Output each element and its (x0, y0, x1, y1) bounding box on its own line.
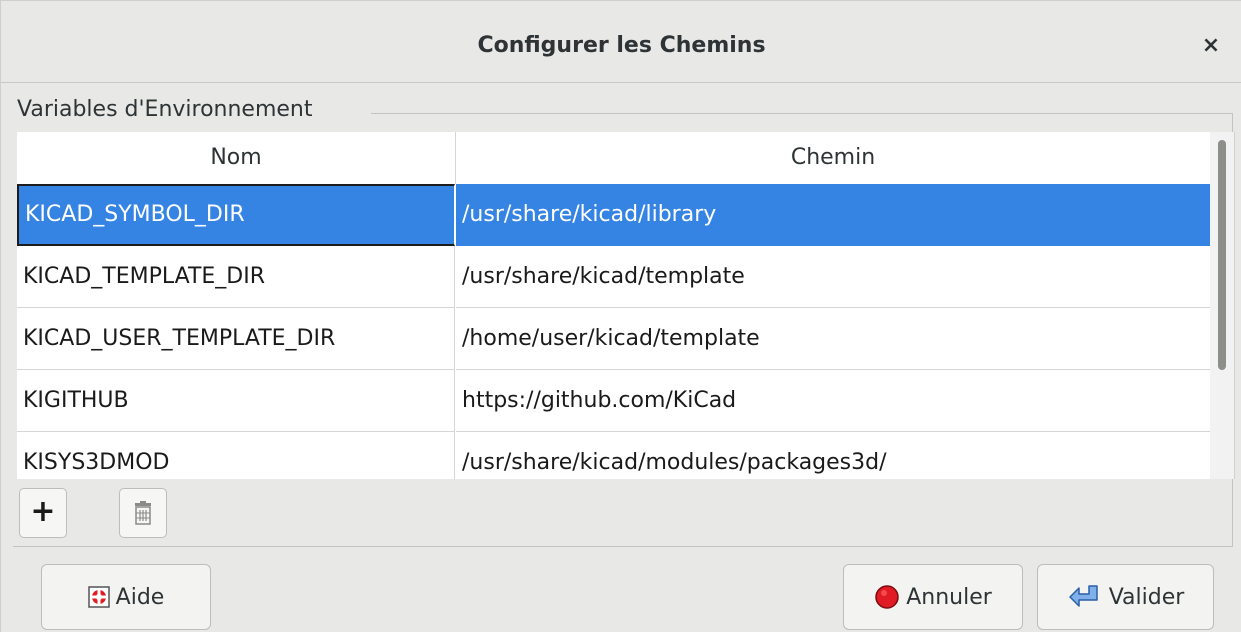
cancel-stop-icon (875, 585, 899, 609)
cell-path[interactable]: /usr/share/kicad/modules/packages3d/ (456, 432, 1210, 479)
vertical-scrollbar[interactable] (1210, 132, 1234, 479)
cell-path[interactable]: /usr/share/kicad/template (456, 246, 1210, 308)
help-lifebuoy-icon (87, 586, 110, 608)
group-border-bottom (13, 546, 1233, 547)
cell-path[interactable]: https://github.com/KiCad (456, 370, 1210, 432)
add-variable-button[interactable]: + (19, 488, 67, 538)
table-row[interactable]: KISYS3DMOD /usr/share/kicad/modules/pack… (17, 432, 1210, 479)
scrollbar-thumb[interactable] (1218, 140, 1226, 370)
table-row[interactable]: KICAD_USER_TEMPLATE_DIR /home/user/kicad… (17, 308, 1210, 370)
delete-variable-button[interactable] (119, 488, 167, 538)
cell-name[interactable]: KICAD_TEMPLATE_DIR (17, 246, 455, 308)
cell-path[interactable]: /home/user/kicad/template (456, 308, 1210, 370)
column-header-name[interactable]: Nom (17, 132, 456, 184)
env-vars-grid[interactable]: Nom Chemin KICAD_SYMBOL_DIR /usr/share/k… (17, 132, 1235, 479)
ok-button[interactable]: Valider (1037, 564, 1214, 630)
trash-icon (135, 501, 151, 525)
table-row[interactable]: KIGITHUB https://github.com/KiCad (17, 370, 1210, 432)
cell-name[interactable]: KIGITHUB (17, 370, 455, 432)
table-row[interactable]: KICAD_TEMPLATE_DIR /usr/share/kicad/temp… (17, 246, 1210, 308)
help-button-label: Aide (115, 584, 165, 610)
cancel-button-label: Annuler (906, 584, 992, 610)
grid-header: Nom Chemin (17, 132, 1210, 184)
cancel-button[interactable]: Annuler (843, 564, 1023, 630)
titlebar: Configurer les Chemins × (1, 9, 1241, 83)
close-icon[interactable]: × (1196, 31, 1226, 61)
column-header-path[interactable]: Chemin (456, 132, 1210, 184)
dialog-title: Configurer les Chemins (477, 33, 766, 58)
enter-arrow-icon (1068, 585, 1098, 607)
ok-button-label: Valider (1108, 584, 1185, 610)
help-button[interactable]: Aide (41, 564, 211, 630)
cell-name[interactable]: KICAD_USER_TEMPLATE_DIR (17, 308, 455, 370)
cell-path[interactable]: /usr/share/kicad/library (456, 184, 1210, 246)
env-vars-group-label: Variables d'Environnement (17, 97, 315, 122)
group-border-top (371, 113, 1233, 114)
cell-name[interactable]: KISYS3DMOD (17, 432, 455, 479)
configure-paths-dialog: Configurer les Chemins × Variables d'Env… (0, 0, 1241, 632)
table-row[interactable]: KICAD_SYMBOL_DIR /usr/share/kicad/librar… (17, 184, 1210, 246)
cell-name[interactable]: KICAD_SYMBOL_DIR (17, 184, 455, 246)
